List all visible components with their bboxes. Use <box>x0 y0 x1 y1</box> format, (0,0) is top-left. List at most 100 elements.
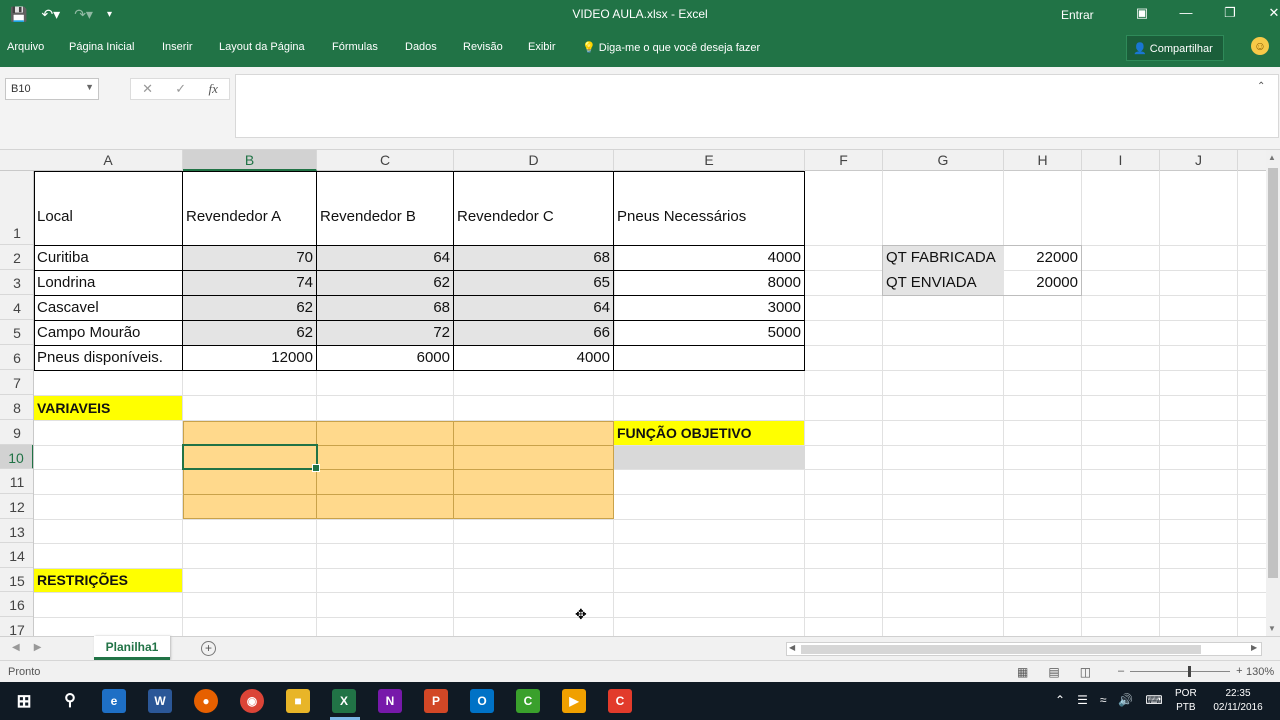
minimize-icon[interactable]: — <box>1164 5 1208 21</box>
volume-icon[interactable]: 🔊 <box>1118 693 1133 707</box>
column-header-h[interactable]: H <box>1004 150 1082 171</box>
cell-b2[interactable]: 70 <box>183 245 316 270</box>
row-header-14[interactable]: 14 <box>0 543 33 568</box>
video-player-icon[interactable]: ▶ <box>562 689 586 713</box>
add-sheet-icon[interactable]: + <box>201 641 216 656</box>
column-header-c[interactable]: C <box>317 150 454 171</box>
row-header-13[interactable]: 13 <box>0 519 33 543</box>
feedback-smiley-icon[interactable]: ☺ <box>1251 37 1269 55</box>
row-header-17[interactable]: 17 <box>0 617 33 636</box>
zoom-slider-knob[interactable] <box>1188 665 1192 677</box>
outlook-icon[interactable]: O <box>470 689 494 713</box>
tell-me-box[interactable]: 💡 Diga-me o que você deseja fazer <box>582 41 760 54</box>
cell-b5[interactable]: 62 <box>183 320 316 345</box>
cell-a15[interactable]: RESTRIÇÕES <box>34 569 182 592</box>
insert-function-icon[interactable]: fx <box>208 81 217 97</box>
cancel-icon[interactable]: ✕ <box>142 81 153 97</box>
keyboard-icon[interactable]: ⌨ <box>1145 693 1162 707</box>
cell-d5[interactable]: 66 <box>454 320 613 345</box>
tab-inserir[interactable]: Inserir <box>162 41 193 53</box>
scroll-right-icon[interactable]: ▶ <box>1251 643 1257 652</box>
search-icon[interactable]: ⚲ <box>58 689 82 713</box>
wifi-icon[interactable]: ≈ <box>1100 693 1107 707</box>
row-header-15[interactable]: 15 <box>0 568 33 592</box>
cell-a2[interactable]: Curitiba <box>34 245 182 270</box>
zoom-level[interactable]: 130% <box>1246 666 1274 678</box>
column-header-d[interactable]: D <box>454 150 614 171</box>
cell-e5[interactable]: 5000 <box>614 320 804 345</box>
tab-arquivo[interactable]: Arquivo <box>7 41 44 53</box>
row-header-16[interactable]: 16 <box>0 592 33 617</box>
horizontal-scrollbar[interactable]: ◀ ▶ <box>786 642 1262 656</box>
network-icon[interactable]: ☰ <box>1077 693 1088 707</box>
cell-c3[interactable]: 62 <box>317 270 453 295</box>
row-header-7[interactable]: 7 <box>0 370 33 395</box>
cell-b1[interactable]: Revendedor A <box>183 171 316 245</box>
cell-c1[interactable]: Revendedor B <box>317 171 453 245</box>
column-header-f[interactable]: F <box>805 150 883 171</box>
tab-layout-da-pagina[interactable]: Layout da Página <box>219 41 305 53</box>
horizontal-scroll-thumb[interactable] <box>801 645 1201 654</box>
name-box[interactable]: B10 ▼ <box>5 78 99 100</box>
zoom-out-icon[interactable]: – <box>1118 665 1124 677</box>
cell-a1[interactable]: Local <box>34 171 182 245</box>
cell-h2[interactable]: 22000 <box>1004 245 1081 270</box>
row-header-4[interactable]: 4 <box>0 295 33 320</box>
row-header-6[interactable]: 6 <box>0 345 33 370</box>
chrome-icon[interactable]: ◉ <box>240 689 264 713</box>
cell-a3[interactable]: Londrina <box>34 270 182 295</box>
tab-revisao[interactable]: Revisão <box>463 41 503 53</box>
excel-icon[interactable]: X <box>332 689 356 713</box>
scroll-left-icon[interactable]: ◀ <box>789 643 795 652</box>
cell-d2[interactable]: 68 <box>454 245 613 270</box>
file-explorer-icon[interactable]: ■ <box>286 689 310 713</box>
cell-b3[interactable]: 74 <box>183 270 316 295</box>
cell-g2[interactable]: QT FABRICADA <box>883 245 1003 270</box>
word-icon[interactable]: W <box>148 689 172 713</box>
column-header-e[interactable]: E <box>614 150 805 171</box>
zoom-in-icon[interactable]: + <box>1236 665 1242 677</box>
close-icon[interactable]: ✕ <box>1252 5 1280 21</box>
column-header-j[interactable]: J <box>1160 150 1238 171</box>
cell-a6[interactable]: Pneus disponíveis. <box>34 345 182 370</box>
chevron-down-icon[interactable]: ▼ <box>85 82 94 92</box>
vertical-scrollbar[interactable]: ▲ ▼ <box>1266 150 1280 636</box>
recorder-icon[interactable]: C <box>608 689 632 713</box>
cell-h3[interactable]: 20000 <box>1004 270 1081 295</box>
powerpoint-icon[interactable]: P <box>424 689 448 713</box>
tab-dados[interactable]: Dados <box>405 41 437 53</box>
camtasia-icon[interactable]: C <box>516 689 540 713</box>
normal-view-icon[interactable]: ▦ <box>1017 665 1028 679</box>
cell-e4[interactable]: 3000 <box>614 295 804 320</box>
page-break-view-icon[interactable]: ◫ <box>1080 665 1091 679</box>
cell-e2[interactable]: 4000 <box>614 245 804 270</box>
edge-icon[interactable]: e <box>102 689 126 713</box>
cell-a8[interactable]: VARIAVEIS <box>34 396 182 420</box>
tab-pagina-inicial[interactable]: Página Inicial <box>69 41 134 53</box>
chevron-up-icon[interactable]: ⌃ <box>1055 693 1065 707</box>
cell-e3[interactable]: 8000 <box>614 270 804 295</box>
cell-c2[interactable]: 64 <box>317 245 453 270</box>
tab-exibir[interactable]: Exibir <box>528 41 556 53</box>
vertical-scroll-thumb[interactable] <box>1268 168 1278 578</box>
cell-d6[interactable]: 4000 <box>454 345 613 370</box>
objective-value-cell[interactable] <box>614 446 805 469</box>
ribbon-display-options-icon[interactable]: ▣ <box>1120 5 1164 21</box>
cell-e1[interactable]: Pneus Necessários <box>614 171 804 245</box>
row-header-10[interactable]: 10 <box>0 445 33 469</box>
formula-input[interactable] <box>235 74 1279 138</box>
row-header-8[interactable]: 8 <box>0 395 33 420</box>
worksheet-grid[interactable]: Local Revendedor A Revendedor B Revended… <box>34 171 1266 636</box>
share-button[interactable]: 👤 Compartilhar <box>1126 35 1224 61</box>
cell-c5[interactable]: 72 <box>317 320 453 345</box>
row-header-2[interactable]: 2 <box>0 245 33 270</box>
cell-a5[interactable]: Campo Mourão <box>34 320 182 345</box>
cell-d3[interactable]: 65 <box>454 270 613 295</box>
row-header-1[interactable]: 1 <box>0 171 33 245</box>
row-header-12[interactable]: 12 <box>0 494 33 519</box>
cell-d1[interactable]: Revendedor C <box>454 171 613 245</box>
column-header-i[interactable]: I <box>1082 150 1160 171</box>
enter-icon[interactable]: ✓ <box>175 81 186 97</box>
tab-formulas[interactable]: Fórmulas <box>332 41 378 53</box>
sheet-tab-planilha1[interactable]: Planilha1 <box>94 636 170 660</box>
